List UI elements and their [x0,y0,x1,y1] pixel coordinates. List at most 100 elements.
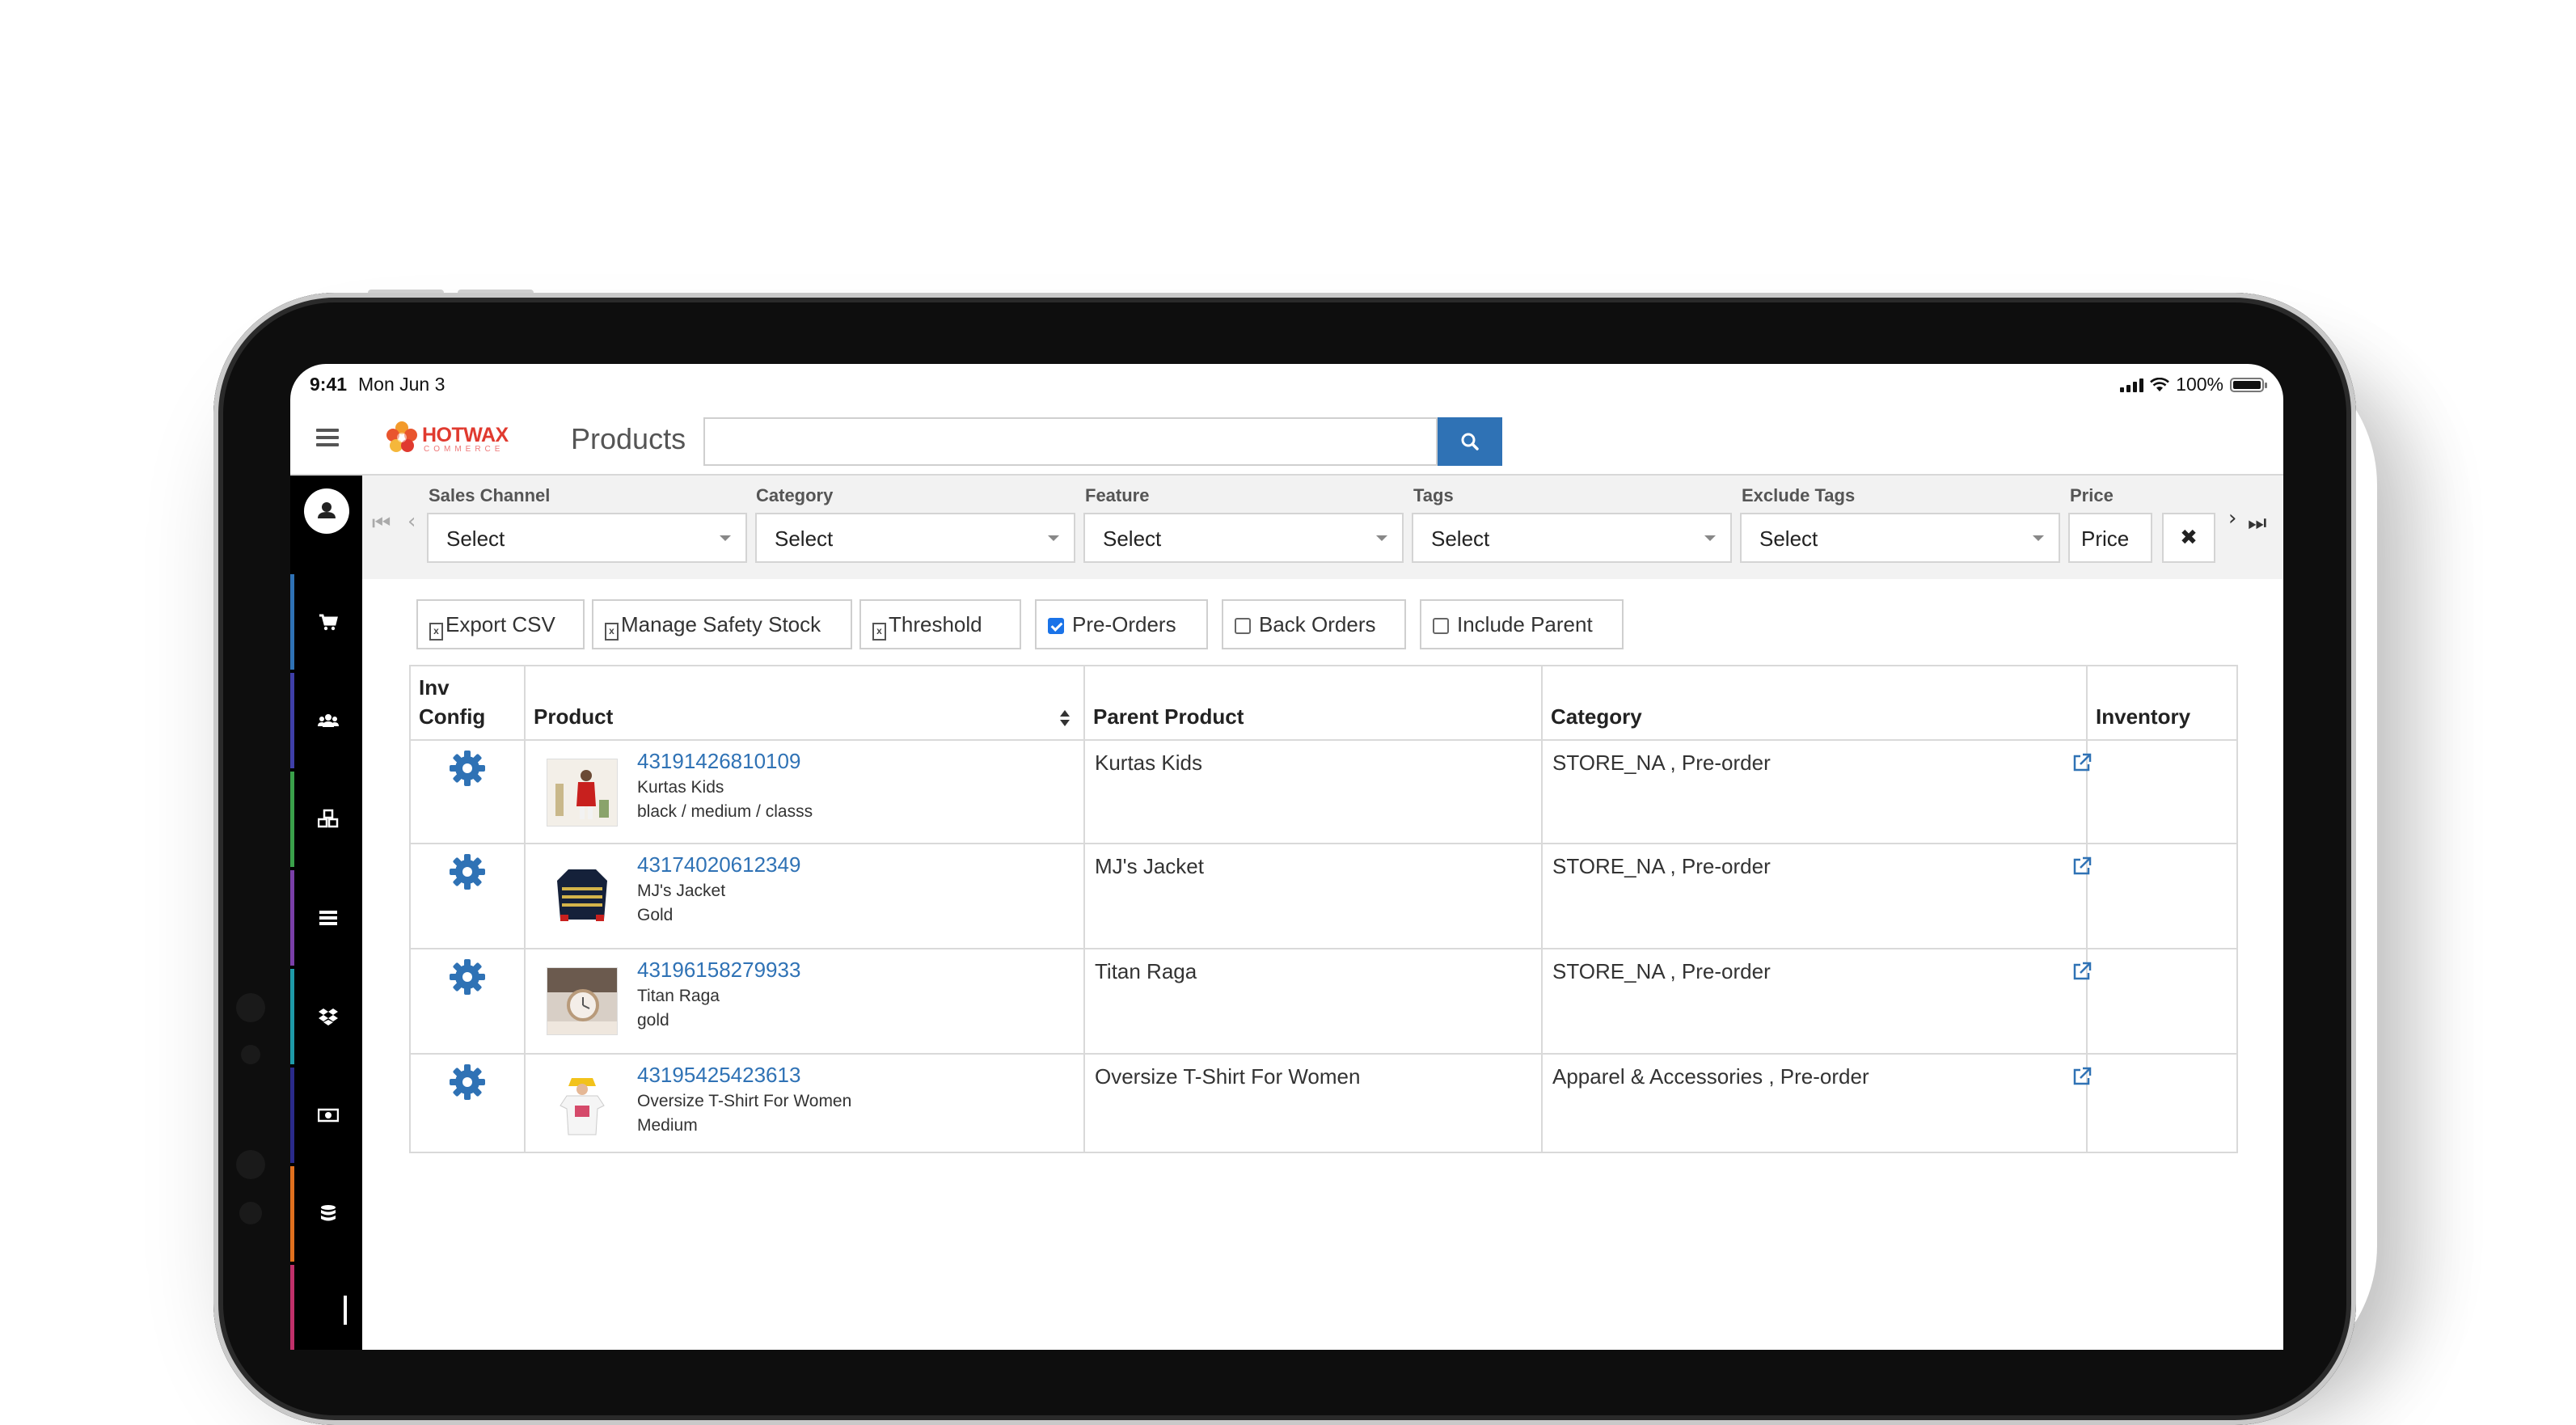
external-link-icon[interactable] [2071,961,2092,982]
product-name: MJ's Jacket [637,882,726,900]
table-row: 43174020612349 MJ's Jacket Gold MJ's Jac… [411,844,2236,948]
sidebar-item-data[interactable] [290,1166,362,1265]
header-inventory: Inventory [2088,666,2236,739]
external-link-icon[interactable] [2071,752,2092,773]
exclude-tags-select[interactable]: Select [1740,513,2060,563]
scene-background: 9:41 Mon Jun 3 100% HOTWAX COMMERCE Prod… [0,0,2576,1425]
user-icon [318,502,336,518]
logo-subtext: COMMERCE [424,445,505,454]
gear-icon[interactable] [448,749,487,788]
sidebar-item-orders[interactable] [290,574,362,673]
external-link-icon[interactable] [2071,1066,2092,1087]
product-id-link[interactable]: 43191426810109 [637,749,800,774]
sidebar-accent [290,969,294,1064]
status-indicators: 100% [2120,374,2267,395]
camera-dot-2 [241,1045,260,1064]
product-name: Titan Raga [637,987,720,1005]
threshold-button[interactable]: x Threshold [859,599,1021,649]
sidebar-accent [290,772,294,867]
back-orders-toggle[interactable]: Back Orders [1222,599,1406,649]
pre-orders-toggle[interactable]: Pre-Orders [1035,599,1208,649]
sidebar-item-catalog[interactable] [290,870,362,969]
sidebar-item-customers[interactable] [290,673,362,772]
prev-page-icon[interactable]: ‹ [408,510,416,534]
more-icon [344,1296,347,1325]
page-title: Products [571,422,686,455]
price-input[interactable]: Price [2068,513,2152,563]
category-cell: STORE_NA , Pre-order [1552,751,1771,775]
parent-product: Titan Raga [1095,959,1197,983]
cubes-icon [318,809,339,828]
product-id-link[interactable]: 43196158279933 [637,958,800,983]
sales-channel-value: Select [446,526,505,551]
sidebar-item-more[interactable] [290,1265,362,1350]
tags-value: Select [1431,526,1490,551]
sales-channel-select[interactable]: Select [427,513,747,563]
product-id-link[interactable]: 43195425423613 [637,1063,800,1088]
status-bar: 9:41 Mon Jun 3 100% [290,364,2283,401]
product-thumbnail[interactable] [547,967,618,1035]
price-value: Price [2081,526,2130,551]
sidebar-accent [290,574,294,670]
header-product[interactable]: Product [526,666,1083,739]
next-page-icon[interactable]: › [2228,506,2236,531]
products-table: Inv Config Product Parent Product Catego… [409,665,2238,1153]
last-page-icon[interactable]: ⏭ [2248,511,2266,536]
jacket-image [547,863,617,929]
include-parent-checkbox[interactable] [1433,618,1449,634]
product-variant: black / medium / classs [637,802,813,821]
avatar[interactable] [304,488,349,534]
gear-icon[interactable] [448,1063,487,1102]
header-inventory-label: Inventory [2096,704,2191,729]
product-id-link[interactable]: 43174020612349 [637,852,800,877]
export-csv-button[interactable]: x Export CSV [416,599,585,649]
chevron-down-icon [720,535,731,541]
product-thumbnail[interactable] [547,1072,618,1140]
search-button[interactable] [1438,417,1502,466]
header-inv-config-label: Inv Config [419,675,486,729]
header-inv-config: Inv Config [411,666,524,739]
sidebar-accent [290,673,294,768]
pre-orders-checkbox[interactable] [1048,618,1064,634]
gear-icon[interactable] [448,852,487,891]
filter-label-feature: Feature [1085,485,1150,505]
sidebar-accent [290,870,294,966]
product-thumbnail[interactable] [547,862,618,930]
excel-file-icon: x [605,623,619,641]
filter-bar: ⏮ ‹ Sales Channel Select Category Select… [362,476,2283,579]
chevron-down-icon [1048,535,1059,541]
chevron-down-icon [1376,535,1387,541]
sidebar-item-inventory[interactable] [290,969,362,1068]
include-parent-toggle[interactable]: Include Parent [1420,599,1624,649]
app-screen: 9:41 Mon Jun 3 100% HOTWAX COMMERCE Prod… [290,364,2283,1350]
gear-icon[interactable] [448,958,487,996]
sidebar-accent [290,1265,294,1350]
app-header: HOTWAX COMMERCE Products [290,401,2283,476]
header-parent-product: Parent Product [1085,666,1541,739]
category-cell: STORE_NA , Pre-order [1552,959,1771,983]
manage-safety-stock-label: Manage Safety Stock [621,612,821,636]
signal-icon [2120,378,2144,392]
filter-label-sales-channel: Sales Channel [429,485,551,505]
back-orders-checkbox[interactable] [1235,618,1251,634]
sidebar-item-finance[interactable] [290,1068,362,1166]
excel-file-icon: x [872,623,886,641]
sort-icon[interactable] [1059,708,1071,728]
close-icon: ✖ [2180,526,2198,550]
search-input[interactable] [703,417,1438,466]
category-select[interactable]: Select [755,513,1075,563]
users-icon [318,714,339,727]
feature-select[interactable]: Select [1083,513,1404,563]
manage-safety-stock-button[interactable]: x Manage Safety Stock [592,599,852,649]
external-link-icon[interactable] [2071,856,2092,877]
table-row: 43196158279933 Titan Raga gold Titan Rag… [411,949,2236,1053]
product-thumbnail[interactable] [547,759,618,827]
sidebar-item-products[interactable] [290,772,362,870]
hotwax-logo[interactable]: HOTWAX COMMERCE [383,417,521,461]
parent-product: Kurtas Kids [1095,751,1202,775]
clear-filter-button[interactable]: ✖ [2162,513,2215,563]
tags-select[interactable]: Select [1412,513,1732,563]
menu-icon[interactable] [316,429,339,446]
first-page-icon[interactable]: ⏮ [372,511,391,536]
camera-dot-3 [236,1150,265,1179]
